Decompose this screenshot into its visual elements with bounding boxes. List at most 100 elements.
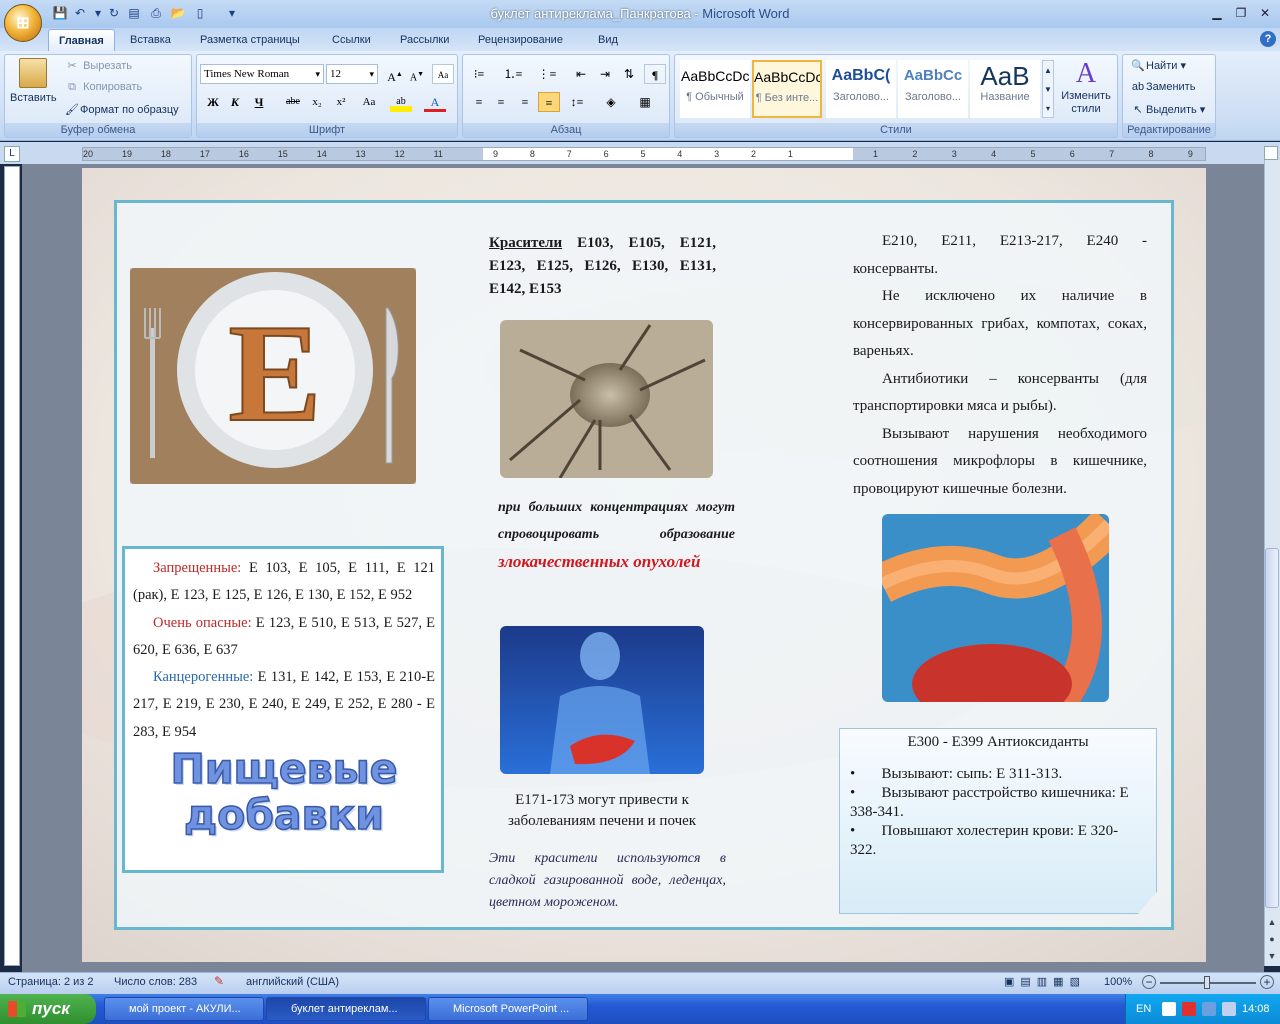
italic-button[interactable]: К [224, 92, 246, 112]
minimize-icon[interactable]: ▁ [1206, 4, 1228, 22]
start-button[interactable]: пуск [0, 994, 96, 1024]
ruler-tick: 17 [199, 149, 210, 159]
change-case-button[interactable]: Aa [356, 92, 382, 112]
view-buttons[interactable]: ▣▤▥▦▧ [1004, 975, 1100, 991]
style-sample: AaBbCcDc [754, 69, 820, 85]
cut-label: Вырезать [83, 60, 132, 72]
highlight-icon[interactable]: ab [390, 92, 412, 112]
font-color-icon[interactable]: A [424, 92, 446, 112]
paragraph-group-label: Абзац [463, 123, 669, 137]
scrollbar-thumb[interactable] [1265, 548, 1279, 908]
style-title[interactable]: AaB Название [970, 60, 1040, 118]
style-heading1[interactable]: AaBbC(Заголово... [826, 60, 896, 118]
intestine-image [882, 514, 1109, 702]
tab-references[interactable]: Ссылки [322, 29, 381, 51]
replace-button[interactable]: ab Заменить [1130, 81, 1196, 93]
network-icon[interactable] [1202, 1002, 1216, 1016]
superscript-button[interactable]: x² [330, 92, 352, 112]
horizontal-ruler[interactable]: 20 19 18 17 16 15 14 13 12 11 987654321 123456789 [82, 147, 1206, 161]
zoom-in-icon[interactable]: + [1260, 975, 1274, 989]
align-left-icon[interactable]: ≡ [468, 92, 490, 112]
dyes-label: Красители [489, 235, 563, 251]
language-indicator[interactable]: английский (США) [246, 976, 339, 988]
zoom-slider-thumb[interactable] [1204, 976, 1210, 989]
format-painter-button[interactable]: 🖌Формат по образцу [64, 103, 179, 116]
word-count[interactable]: Число слов: 283 [114, 976, 197, 988]
style-normal[interactable]: AaBbCcDc ¶ Обычный [680, 60, 750, 118]
tab-mailings[interactable]: Рассылки [390, 29, 459, 51]
tab-insert[interactable]: Вставка [120, 29, 181, 51]
proofing-icon[interactable]: ✎ [214, 974, 224, 988]
ruler-tick: 1 [787, 149, 793, 159]
justify-icon[interactable]: ≡ [538, 92, 560, 112]
close-icon[interactable]: ✕ [1254, 4, 1276, 22]
language-indicator-tray[interactable]: EN [1136, 994, 1151, 1024]
taskbar-item-powerpoint[interactable]: Microsoft PowerPoint ... [428, 997, 588, 1021]
borders-icon[interactable]: ▦ [634, 92, 656, 112]
show-formatting-icon[interactable]: ¶ [644, 64, 666, 84]
view-ruler-icon[interactable] [1264, 146, 1278, 160]
clipboard-group-label: Буфер обмена [5, 123, 191, 137]
change-styles-button[interactable]: A Изменить стили [1058, 58, 1114, 116]
bullets-icon[interactable]: ⁝≡ [468, 64, 490, 84]
find-button[interactable]: 🔍Найти ▾ [1130, 59, 1186, 72]
copy-button[interactable]: ⧉ Копировать [64, 81, 142, 94]
numbering-icon[interactable]: ⒈≡ [502, 64, 524, 84]
taskbar-item-project[interactable]: мой проект - АКУЛИ... [104, 997, 264, 1021]
taskbar-item-label: Microsoft PowerPoint ... [453, 1003, 570, 1015]
multilevel-list-icon[interactable]: ⋮≡ [536, 64, 558, 84]
ruler-tick: 12 [394, 149, 405, 159]
styles-scroll[interactable]: ▲ ▼ ▾ [1042, 60, 1054, 118]
help-icon[interactable]: ? [1260, 31, 1276, 47]
paste-button[interactable]: Вставить [10, 58, 57, 116]
grow-font-icon[interactable]: A▲ [384, 64, 406, 84]
sort-icon[interactable]: ⇅ [618, 64, 640, 84]
tab-review[interactable]: Рецензирование [468, 29, 573, 51]
ruler-tick: 20 [83, 149, 94, 159]
ruler-tick: 8 [529, 149, 535, 159]
zoom-out-icon[interactable]: − [1142, 975, 1156, 989]
shrink-font-icon[interactable]: A▼ [406, 64, 428, 84]
document-page[interactable]: E Запрещенные: Е 103, Е 105, Е 111, Е 12… [82, 168, 1206, 962]
tab-selector-icon[interactable]: L [4, 146, 20, 162]
tab-view[interactable]: Вид [588, 29, 628, 51]
select-button[interactable]: ↖ Выделить ▾ [1130, 103, 1205, 116]
decrease-indent-icon[interactable]: ⇤ [570, 64, 592, 84]
subscript-button[interactable]: x₂ [306, 92, 328, 112]
ruler-ticks-left: 20 19 18 17 16 15 14 13 12 11 [83, 148, 443, 160]
zoom-level[interactable]: 100% [1104, 976, 1132, 988]
tray-icon[interactable] [1162, 1002, 1176, 1016]
editing-group-label: Редактирование [1123, 123, 1215, 137]
cut-button[interactable]: ✂ Вырезать [64, 59, 132, 72]
style-heading2[interactable]: AaBbCc Заголово... [898, 60, 968, 118]
align-right-icon[interactable]: ≡ [514, 92, 536, 112]
font-name-combo[interactable]: Times New Roman ▾ [200, 64, 324, 84]
align-center-icon[interactable]: ≡ [490, 92, 512, 112]
taskbar-item-label: буклет антиреклам... [291, 1003, 398, 1015]
restore-icon[interactable]: ❐ [1230, 4, 1252, 22]
clock[interactable]: 14:08 [1242, 994, 1270, 1024]
underline-button[interactable]: Ч [248, 92, 270, 112]
style-name: Название [980, 91, 1030, 103]
line-spacing-icon[interactable]: ↕≡ [566, 92, 588, 112]
strikethrough-button[interactable]: abe [282, 92, 304, 112]
bold-button[interactable]: Ж [202, 92, 224, 112]
antioxidants-item-text: Повышают холестерин крови: Е 320-322. [850, 823, 1119, 858]
start-label: пуск [32, 999, 70, 1018]
tab-page-layout[interactable]: Разметка страницы [190, 29, 310, 51]
tab-home[interactable]: Главная [48, 29, 115, 51]
font-size-combo[interactable]: 12 ▾ [326, 64, 378, 84]
warning-red-text: злокачественных опухолей [498, 552, 701, 571]
vertical-ruler[interactable] [4, 166, 20, 966]
taskbar-item-word[interactable]: буклет антиреклам... [266, 997, 426, 1021]
increase-indent-icon[interactable]: ⇥ [594, 64, 616, 84]
antivirus-icon[interactable] [1182, 1002, 1196, 1016]
style-no-spacing[interactable]: AaBbCcDc ¶ Без инте... [752, 60, 822, 118]
clear-format-icon[interactable]: Aa [432, 64, 454, 84]
page-count[interactable]: Страница: 2 из 2 [8, 976, 94, 988]
shading-icon[interactable]: ◈ [600, 92, 622, 112]
flag-icon[interactable] [1222, 1002, 1236, 1016]
antioxidants-item: • Вызывают: сыпь: Е 311-313. [850, 766, 1063, 782]
office-button[interactable]: ⊞ [4, 4, 42, 42]
page-nav-icons[interactable]: ▲ ● ▼ [1265, 914, 1279, 966]
